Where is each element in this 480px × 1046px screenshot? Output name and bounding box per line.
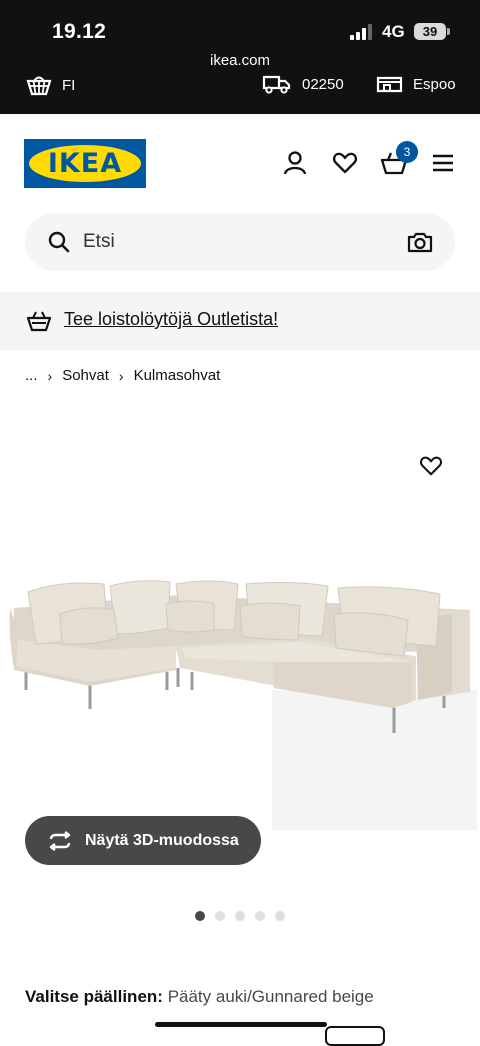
- cover-option-swatch[interactable]: [325, 1026, 385, 1046]
- user-icon[interactable]: [282, 150, 308, 176]
- language-label: FI: [62, 76, 76, 94]
- breadcrumb-item-kulmasohvat[interactable]: Kulmasohvat: [134, 367, 221, 384]
- chevron-right-icon: ›: [118, 367, 124, 384]
- network-label: 4G: [382, 22, 405, 41]
- home-indicator: [155, 1022, 327, 1027]
- postal-code-label: 02250: [302, 75, 344, 93]
- rotate-3d-icon: [49, 830, 71, 851]
- breadcrumb-item-sohvat[interactable]: Sohvat: [62, 367, 109, 384]
- store-icon: [376, 76, 403, 93]
- store-selector[interactable]: Espoo: [376, 74, 456, 94]
- globe-basket-icon: [26, 76, 52, 96]
- add-to-favorites-icon[interactable]: [419, 455, 443, 477]
- camera-search-icon[interactable]: [407, 230, 433, 254]
- search-input[interactable]: [83, 213, 383, 271]
- carousel-dot[interactable]: [275, 911, 285, 921]
- postal-code-selector[interactable]: 02250: [262, 74, 344, 94]
- carousel-dot[interactable]: [195, 911, 205, 921]
- language-selector[interactable]: FI: [26, 74, 75, 96]
- outlet-promo-link[interactable]: Tee loistolöytöjä Outletista!: [64, 309, 278, 330]
- ikea-logo[interactable]: IKEA: [24, 139, 146, 188]
- logo-text: IKEA: [47, 148, 123, 179]
- cover-selection: Valitse päällinen: Pääty auki/Gunnared b…: [25, 987, 374, 1007]
- view-3d-label: Näytä 3D-muodossa: [85, 831, 239, 849]
- cover-value: Pääty auki/Gunnared beige: [167, 987, 374, 1006]
- carousel-dot[interactable]: [215, 911, 225, 921]
- delivery-truck-icon: [262, 75, 291, 94]
- basket-icon: [26, 311, 52, 332]
- menu-icon[interactable]: [431, 150, 455, 176]
- signal-icon: [350, 24, 372, 40]
- battery-icon: 39: [414, 23, 450, 40]
- image-carousel-dots: [195, 911, 295, 921]
- status-time: 19.12: [52, 20, 107, 43]
- outlet-promo-banner[interactable]: Tee loistolöytöjä Outletista!: [0, 292, 480, 350]
- chevron-right-icon: ›: [47, 367, 53, 384]
- breadcrumb: ... › Sohvat › Kulmasohvat: [25, 367, 220, 384]
- search-icon: [48, 231, 70, 253]
- cover-label: Valitse päällinen:: [25, 987, 163, 1006]
- view-3d-button[interactable]: Näytä 3D-muodossa: [25, 816, 261, 865]
- store-label: Espoo: [413, 75, 456, 93]
- heart-icon[interactable]: [332, 150, 358, 176]
- site-header: IKEA 3: [0, 114, 480, 210]
- carousel-dot[interactable]: [235, 911, 245, 921]
- cart-count-badge: 3: [396, 141, 418, 163]
- breadcrumb-item-ellipsis[interactable]: ...: [25, 367, 38, 384]
- status-bar: 19.12 4G 39 ikea.com FI 02250 Espoo: [0, 0, 480, 114]
- carousel-dot[interactable]: [255, 911, 265, 921]
- product-image[interactable]: [0, 400, 480, 850]
- search-bar[interactable]: [25, 213, 455, 271]
- browser-url[interactable]: ikea.com: [0, 52, 480, 69]
